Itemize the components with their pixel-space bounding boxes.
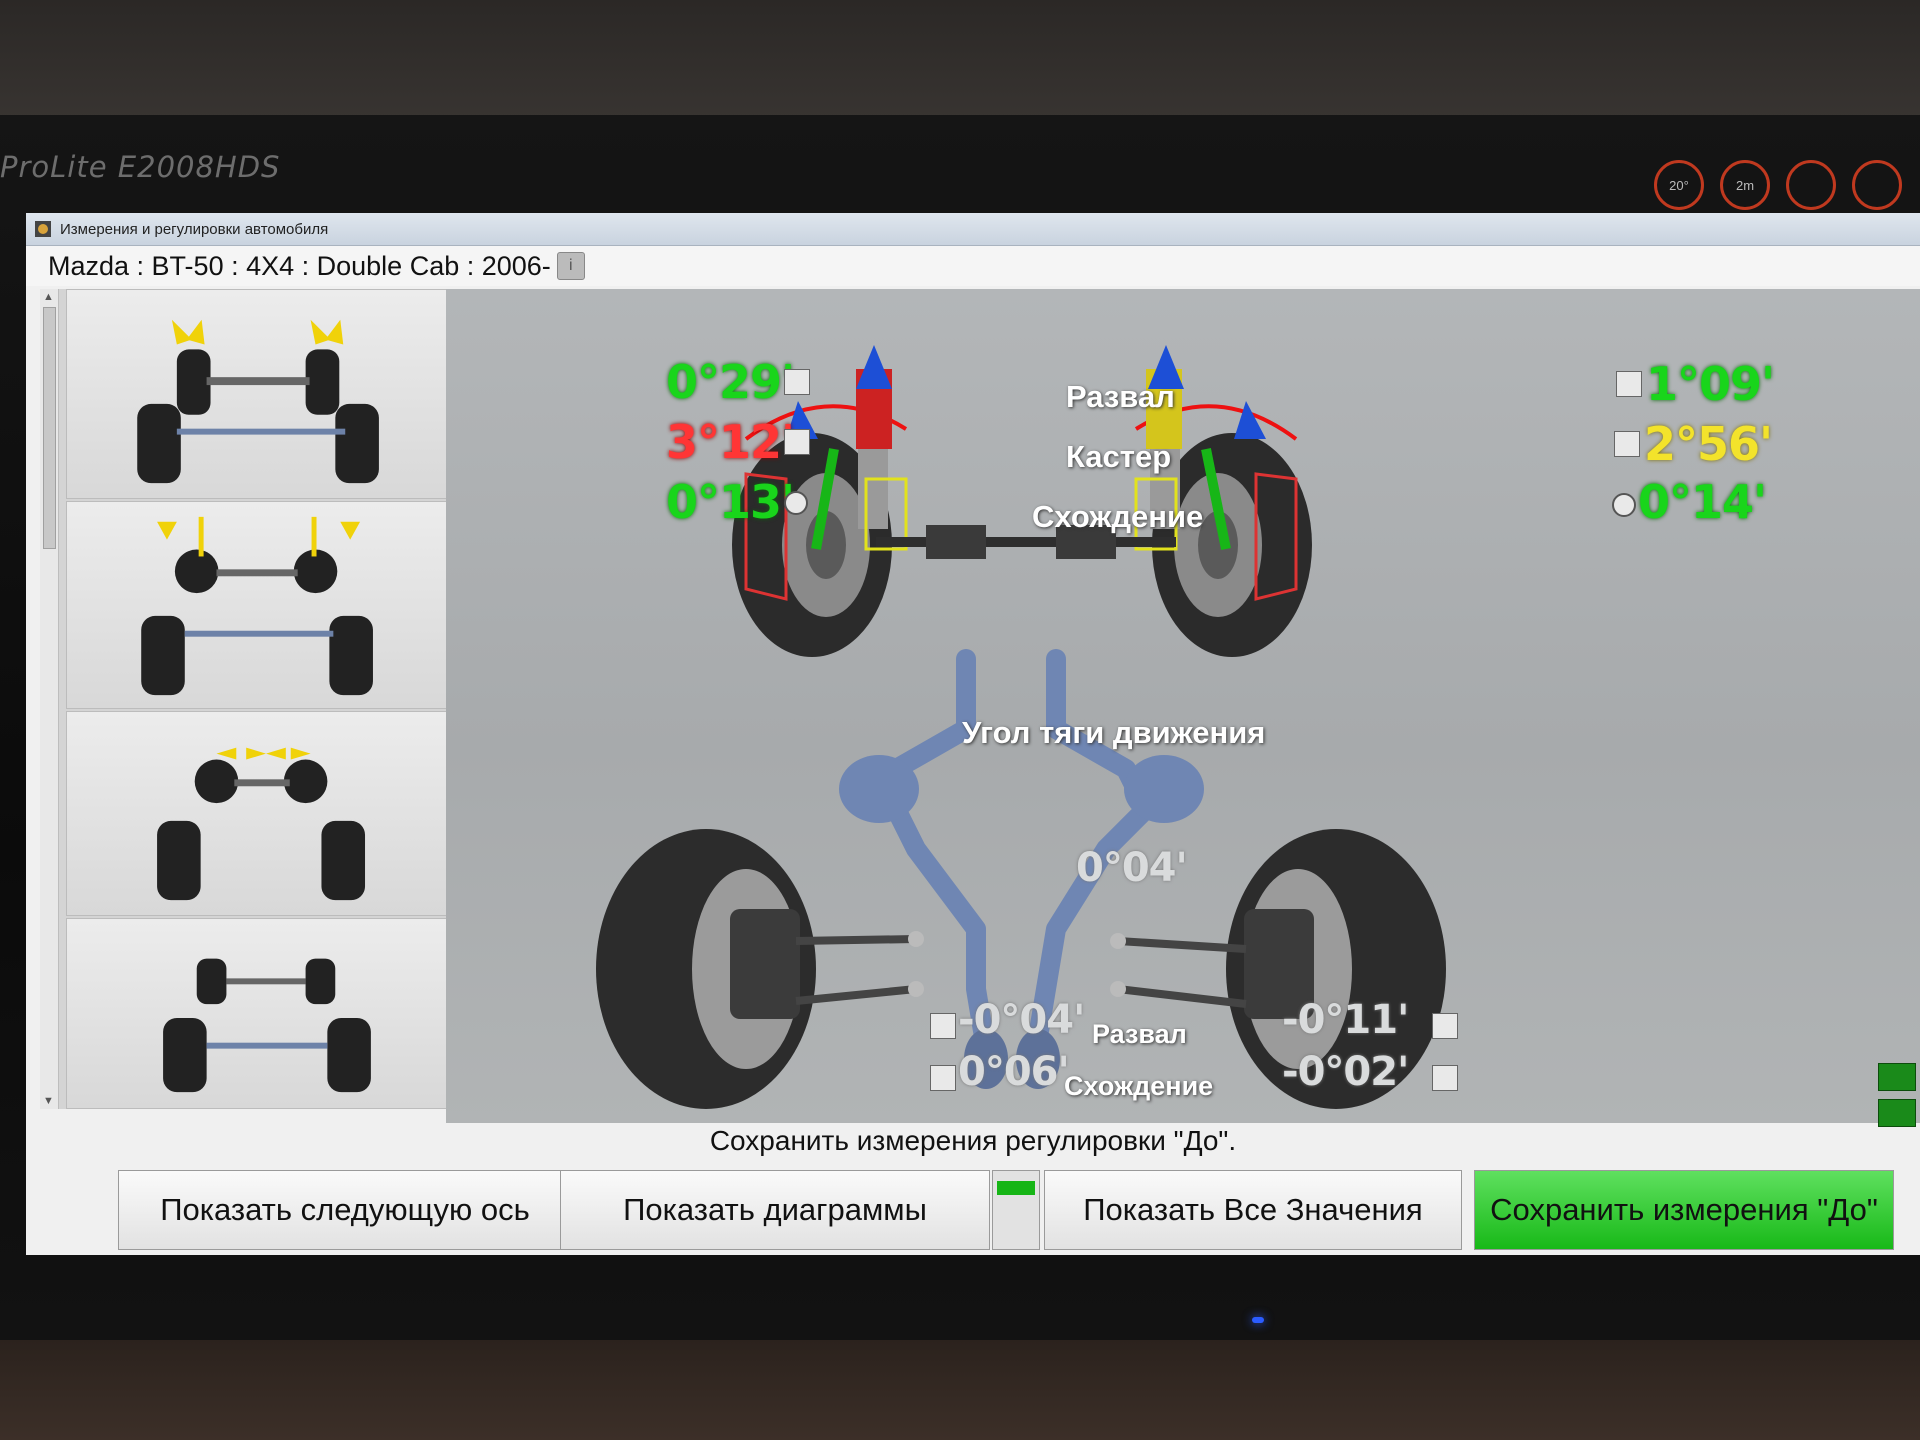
bezel-button-2[interactable]: 2m: [1720, 160, 1770, 210]
axle-status-icon[interactable]: [1878, 1099, 1916, 1127]
thumbnail-toe[interactable]: [66, 711, 466, 916]
adjust-wrench-icon[interactable]: [784, 369, 810, 395]
front-left-caster-value: 3°12': [666, 415, 795, 469]
adjust-wrench-icon[interactable]: [930, 1065, 956, 1091]
scroll-down-icon[interactable]: ▼: [43, 1095, 54, 1107]
adjust-wrench-icon[interactable]: [1614, 431, 1640, 457]
thumbnail-caster[interactable]: [66, 501, 466, 709]
thumbnail-camber[interactable]: [66, 289, 466, 499]
axle-status-icon[interactable]: [1878, 1063, 1916, 1091]
adjust-wrench-icon[interactable]: [1432, 1013, 1458, 1039]
measurement-panel: 0°29' 3°12' 0°13' Развал Кастер Схождени…: [446, 289, 1920, 1123]
camber-label: Развал: [1066, 379, 1175, 414]
adjust-wrench-icon[interactable]: [1616, 371, 1642, 397]
bezel-button-1[interactable]: 20°: [1654, 160, 1704, 210]
vehicle-info-icon[interactable]: i: [556, 252, 585, 280]
steering-wheel-icon[interactable]: [1612, 493, 1636, 517]
app-icon: [35, 221, 51, 237]
thrust-angle-value: 0°04': [1076, 845, 1188, 891]
rear-left-camber-value: -0°04': [958, 997, 1085, 1043]
monitor-model-label: ProLite E2008HDS: [0, 150, 281, 184]
background-floor: [0, 1340, 1920, 1440]
rear-axle-diagram-icon: [163, 958, 371, 1093]
save-before-measurements-button[interactable]: Сохранить измерения "До": [1474, 1170, 1894, 1250]
scroll-up-icon[interactable]: ▲: [43, 291, 54, 303]
thumbnail-rear[interactable]: [66, 918, 466, 1109]
progress-fill: [997, 1181, 1035, 1195]
caster-diagram-icon: [141, 516, 373, 696]
rear-toe-label: Схождение: [1064, 1071, 1214, 1101]
scroll-thumb[interactable]: [43, 307, 56, 549]
front-left-camber-value: 0°29': [666, 355, 795, 409]
progress-indicator: [992, 1170, 1040, 1250]
toe-label: Схождение: [1032, 499, 1204, 534]
toe-diagram-icon: [157, 747, 366, 901]
adjust-wrench-icon[interactable]: [1432, 1065, 1458, 1091]
rear-left-wheel: [596, 829, 924, 1109]
adjust-wrench-icon[interactable]: [784, 429, 810, 455]
thrust-angle-label: Угол тяги движения: [962, 715, 1266, 750]
steering-wheel-icon[interactable]: [784, 491, 808, 515]
bezel-button-4[interactable]: [1852, 160, 1902, 210]
window-title: Измерения и регулировки автомобиля: [60, 220, 329, 238]
bezel-button-3[interactable]: [1786, 160, 1836, 210]
adjust-wrench-icon[interactable]: [930, 1013, 956, 1039]
power-led: [1252, 1317, 1264, 1323]
application-window: Измерения и регулировки автомобиля Mazda…: [26, 213, 1920, 1255]
front-right-toe-value: 0°14': [1638, 475, 1767, 529]
sidebar-scrollbar[interactable]: ▲ ▼: [40, 289, 59, 1109]
monitor-bezel-buttons: 20° 2m: [1654, 160, 1902, 210]
vehicle-header: Mazda : BT-50 : 4X4 : Double Cab : 2006-…: [26, 246, 1920, 286]
rear-right-toe-value: -0°02': [1282, 1049, 1409, 1095]
show-next-axle-button[interactable]: Показать следующую ось: [118, 1170, 572, 1250]
show-all-values-button[interactable]: Показать Все Значения: [1044, 1170, 1462, 1250]
camber-diagram-icon: [137, 319, 379, 484]
procedure-sidebar: ▲ ▼: [40, 289, 476, 1109]
vehicle-title: Mazda : BT-50 : 4X4 : Double Cab : 2006-: [48, 250, 551, 281]
show-diagrams-button[interactable]: Показать диаграммы: [560, 1170, 990, 1250]
caster-label: Кастер: [1066, 439, 1172, 474]
rear-left-toe-value: 0°06': [958, 1049, 1070, 1095]
rear-camber-label: Развал: [1092, 1019, 1187, 1049]
front-left-toe-value: 0°13': [666, 475, 795, 529]
front-right-camber-value: 1°09': [1646, 357, 1775, 411]
front-right-caster-value: 2°56': [1644, 417, 1773, 471]
rear-right-camber-value: -0°11': [1282, 997, 1409, 1043]
title-bar: Измерения и регулировки автомобиля: [26, 213, 1920, 246]
status-message: Сохранить измерения регулировки "До".: [709, 1125, 1237, 1156]
